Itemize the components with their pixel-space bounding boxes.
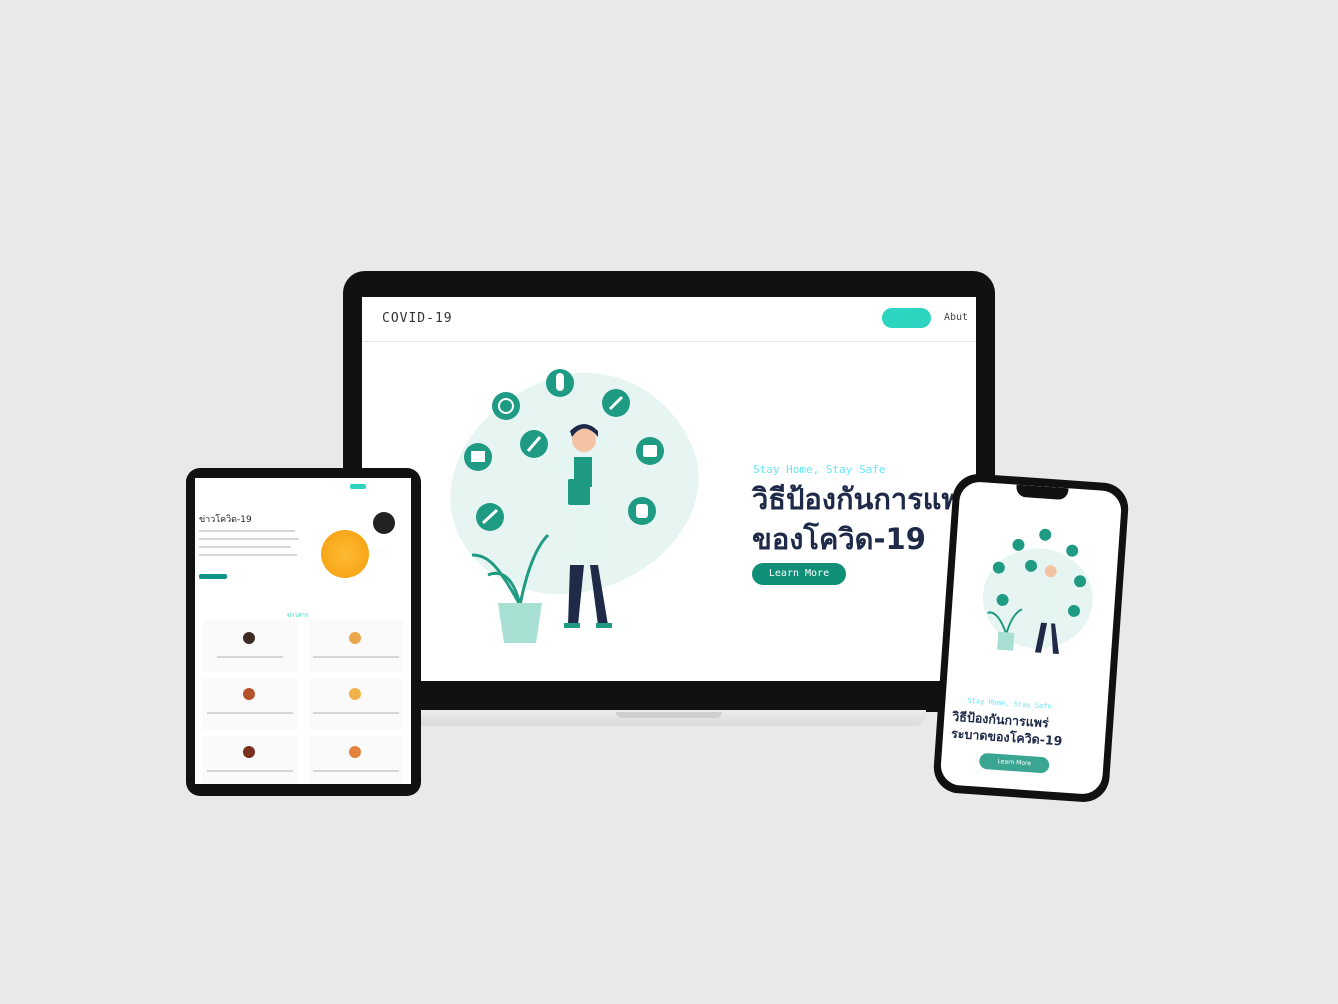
virus-dark-icon — [373, 512, 395, 534]
text-line — [199, 530, 295, 532]
text-line — [199, 538, 299, 540]
text-line — [199, 554, 297, 556]
phone-notch — [1015, 484, 1069, 501]
list-item[interactable] — [309, 678, 403, 730]
avatar — [349, 632, 361, 644]
bottle-icon — [476, 503, 504, 531]
avatar — [243, 632, 255, 644]
laptop-notch — [616, 712, 722, 718]
pill-icon — [546, 369, 574, 397]
learn-more-button[interactable]: Learn More — [752, 563, 846, 585]
text-line — [199, 546, 291, 548]
avatar — [349, 746, 361, 758]
soap-icon — [464, 443, 492, 471]
list-item[interactable] — [309, 620, 403, 672]
tablet-section-label: ข่าวสาร — [287, 612, 309, 619]
avatar — [243, 688, 255, 700]
nav-link-about[interactable]: Abut — [944, 312, 968, 323]
site-logo[interactable]: COVID-19 — [382, 311, 453, 326]
avatar — [349, 688, 361, 700]
plant-icon — [471, 533, 550, 643]
gloves-icon — [628, 497, 656, 525]
mask-icon — [492, 392, 520, 420]
laptop-screen: COVID-19 Abut Stay Home, Stay Safe วิธีป… — [362, 297, 976, 681]
nav-primary-button[interactable] — [882, 308, 931, 328]
phone-learn-more-button[interactable]: Learn More — [978, 752, 1050, 774]
phone-hero-title: วิธีป้องกันการแพร่ ระบาดของโควิด-19 — [950, 708, 1063, 749]
tablet-title: ข่าวโควิด-19 — [199, 515, 252, 525]
tablet-cta-button[interactable] — [199, 574, 227, 579]
virus-icon — [321, 530, 369, 578]
phone-screen: Stay Home, Stay Safe วิธีป้องกันการแพร่ … — [939, 480, 1123, 796]
list-item[interactable] — [203, 678, 297, 730]
doctor-figure — [536, 424, 612, 628]
hero-illustration — [464, 369, 664, 643]
avatar — [243, 746, 255, 758]
hero-tagline: Stay Home, Stay Safe — [753, 463, 886, 476]
tablet-nav-button[interactable] — [350, 484, 366, 489]
list-item[interactable] — [203, 736, 297, 784]
tablet-nav — [195, 478, 411, 490]
sanitizer-icon — [636, 437, 664, 465]
list-item[interactable] — [203, 620, 297, 672]
phone-hero-tagline: Stay Home, Stay Safe — [967, 696, 1052, 711]
tablet-screen: ข่าวโควิด-19 ข่าวสาร — [195, 478, 411, 784]
nav-divider — [362, 341, 976, 342]
list-item[interactable] — [309, 736, 403, 784]
phone-hero-illustration — [987, 528, 1087, 654]
hero-title: วิธีป้องกันการแพ ของโควิด-19 — [752, 482, 961, 556]
syringe-icon — [520, 430, 548, 458]
thermometer-icon — [602, 389, 630, 417]
